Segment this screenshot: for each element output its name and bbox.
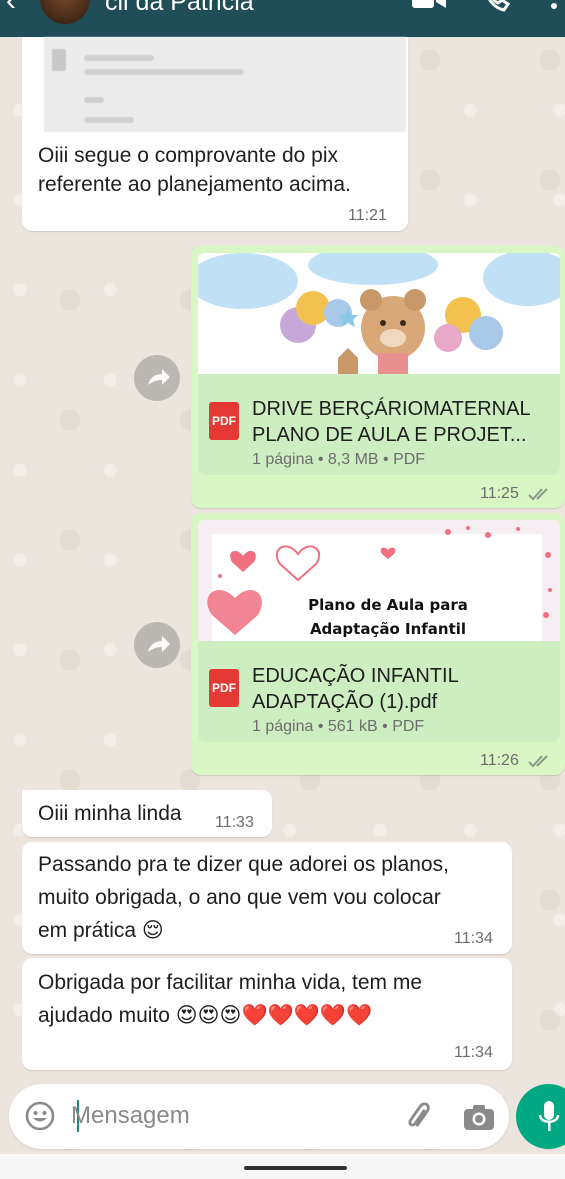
message-text: Passando pra te dizer que adorei os plan… — [38, 853, 449, 942]
forward-icon — [148, 636, 170, 652]
system-navigation-bar — [0, 1154, 565, 1179]
pdf-file-icon: PDF — [209, 402, 239, 440]
read-ticks-icon — [528, 488, 548, 501]
document-meta: 1 página • 561 kB • PDF — [252, 718, 425, 735]
home-gesture-pill[interactable] — [244, 1166, 347, 1170]
thumbnail-title-line-1: Plano de Aula para — [308, 596, 468, 614]
emoji-icon[interactable] — [25, 1101, 55, 1131]
document-name: DRIVE BERÇÁRIOMATERNAL PLANO DE AULA E P… — [252, 398, 531, 446]
outgoing-document-message[interactable]: Plano de Aula para Adaptação Infantil PD… — [191, 513, 565, 775]
forward-button[interactable] — [134, 355, 180, 401]
message-time: 11:21 — [348, 207, 387, 224]
chat-header: ‹ cli da Patricia — [0, 0, 565, 37]
document-thumbnail: Plano de Aula para Adaptação Infantil — [198, 520, 560, 641]
microphone-icon — [538, 1101, 560, 1131]
contact-avatar[interactable] — [40, 0, 90, 24]
message-input-placeholder[interactable]: Mensagem — [71, 1102, 190, 1130]
message-composer[interactable]: Mensagem — [9, 1084, 509, 1149]
video-call-icon[interactable] — [412, 0, 446, 12]
more-vert-icon[interactable] — [549, 0, 559, 10]
message-time: 11:34 — [454, 930, 493, 947]
camera-icon[interactable] — [463, 1103, 495, 1131]
document-thumbnail — [198, 253, 560, 374]
document-card[interactable]: PDF DRIVE BERÇÁRIOMATERNAL PLANO DE AULA… — [198, 253, 560, 475]
message-time: 11:34 — [454, 1044, 493, 1061]
document-card[interactable]: Plano de Aula para Adaptação Infantil PD… — [198, 520, 560, 742]
message-text: Oiii minha linda — [38, 802, 182, 825]
pdf-file-icon: PDF — [209, 669, 239, 707]
incoming-message[interactable]: Oiii minha linda 11:33 — [22, 790, 272, 837]
forward-button[interactable] — [134, 622, 180, 668]
paperclip-icon[interactable] — [401, 1100, 435, 1134]
contact-name[interactable]: cli da Patricia — [105, 0, 254, 17]
message-time: 11:25 — [480, 485, 519, 502]
document-name: EDUCAÇÃO INFANTIL ADAPTAÇÃO (1).pdf — [252, 665, 459, 713]
blurred-receipt-preview[interactable] — [44, 37, 406, 132]
incoming-message[interactable]: Obrigada por facilitar minha vida, tem m… — [22, 958, 512, 1070]
document-meta: 1 página • 8,3 MB • PDF — [252, 451, 426, 468]
outgoing-document-message[interactable]: PDF DRIVE BERÇÁRIOMATERNAL PLANO DE AULA… — [191, 246, 565, 508]
read-ticks-icon — [528, 755, 548, 768]
incoming-message[interactable]: Oiii segue o comprovante do pix referent… — [22, 37, 408, 231]
message-text: Oiii segue o comprovante do pix referent… — [38, 144, 351, 196]
forward-icon — [148, 369, 170, 385]
thumbnail-title-line-2: Adaptação Infantil — [310, 620, 466, 638]
phone-icon[interactable] — [484, 0, 510, 12]
message-time: 11:26 — [480, 752, 519, 769]
arrow-back-icon[interactable]: ‹ — [6, 0, 16, 18]
message-time: 11:33 — [215, 814, 254, 831]
incoming-message[interactable]: Passando pra te dizer que adorei os plan… — [22, 842, 512, 954]
message-text: Obrigada por facilitar minha vida, tem m… — [38, 971, 422, 1027]
